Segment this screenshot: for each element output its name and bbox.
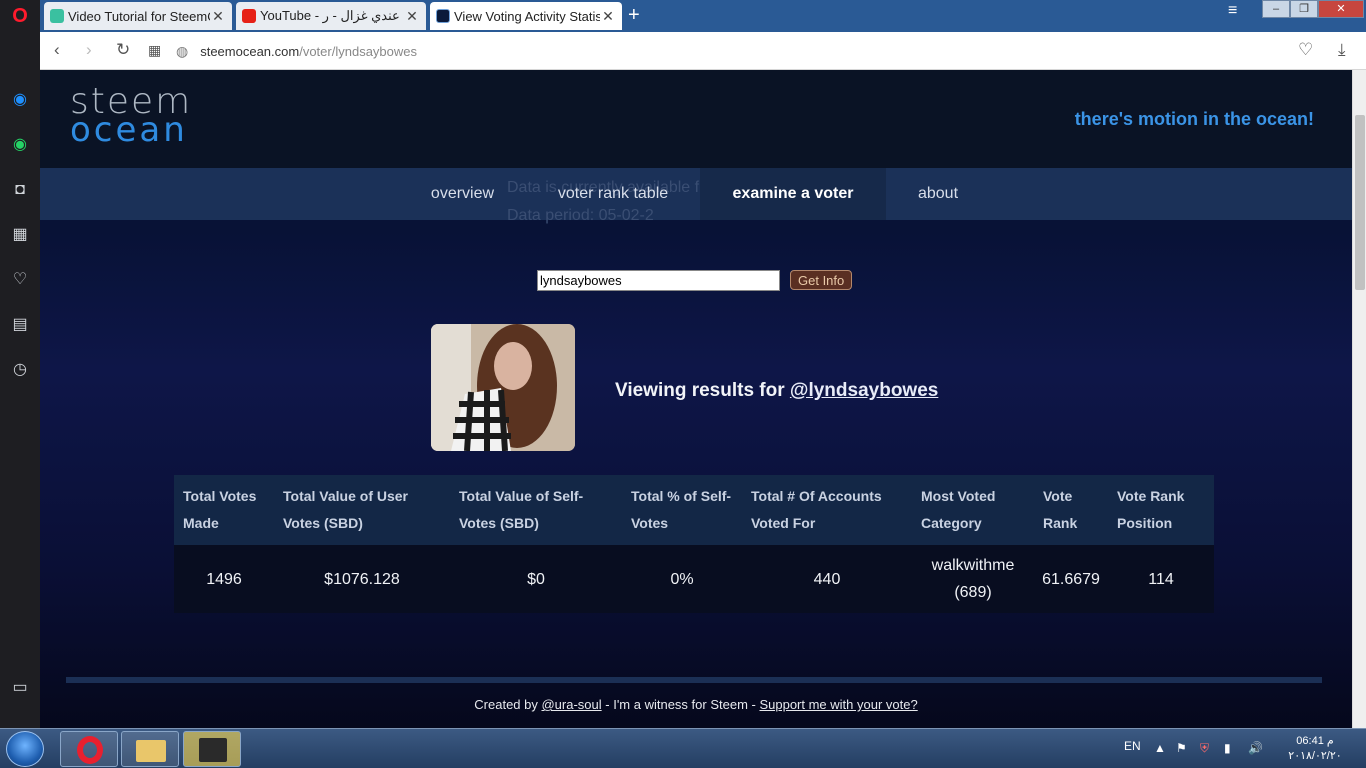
start-button[interactable] [6,731,44,767]
taskbar-opera[interactable] [60,731,118,767]
camera-icon[interactable]: ◘ [10,180,30,200]
author-link[interactable]: @ura-soul [541,697,601,712]
cell-total-votes: 1496 [174,545,274,613]
opera-sidebar: O ◉ ◉ ◘ ▦ ♡ ▤ ◷ ▭ [0,0,40,728]
cell-accounts-voted: 440 [742,545,912,613]
language-indicator[interactable]: EN [1124,739,1141,753]
folder-icon [136,740,166,762]
cell-self-votes-percent: 0% [622,545,742,613]
clock[interactable]: 06:41 م ٢٠١٨/٠٢/٢٠ [1280,734,1350,764]
cell-vote-rank-position: 114 [1108,545,1214,613]
video-app-icon [199,738,227,762]
col-total-value-self-votes: Total Value of Self-Votes (SBD) [450,475,622,545]
steemit-favicon-icon [50,9,64,23]
close-tab-icon[interactable]: ✕ [210,8,226,25]
tray-expand-icon[interactable]: ▲ [1154,741,1166,755]
tab-voting-activity[interactable]: View Voting Activity Statis ✕ [430,2,622,30]
col-total-value-user-votes: Total Value of User Votes (SBD) [274,475,450,545]
speed-dial-icon[interactable]: ▦ [10,225,30,245]
messenger-icon[interactable]: ◉ [10,90,30,110]
cell-vote-rank: 61.6679 [1034,545,1108,613]
close-tab-icon[interactable]: ✕ [600,8,616,25]
address-bar: ‹ › ↻ ▦ ◍ steemocean.com/voter/lyndsaybo… [40,32,1366,70]
window-close-icon[interactable]: ✕ [1318,0,1364,18]
viewing-results-heading: Viewing results for @lyndsaybowes [615,380,939,401]
voter-search-input[interactable] [537,269,780,291]
voter-stats-table: Total Votes Made Total Value of User Vot… [174,475,1214,613]
nav-about[interactable]: about [898,168,978,220]
history-icon[interactable]: ◷ [10,360,30,380]
download-icon[interactable]: ⤓ [1338,40,1346,60]
globe-icon: ◍ [176,42,189,59]
main-nav: Data is currently available f Data perio… [40,168,1352,224]
url-field[interactable]: ◍ steemocean.com/voter/lyndsaybowes [176,38,1326,64]
tagline: there's motion in the ocean! [1074,109,1314,129]
cell-self-votes-value: $0 [450,545,622,613]
tab-video-tutorial[interactable]: Video Tutorial for SteemO ✕ [44,2,232,30]
reload-icon[interactable]: ↻ [116,40,130,60]
action-center-flag-icon[interactable]: ⚑ [1176,741,1187,755]
minimize-icon[interactable]: – [1262,0,1290,18]
network-icon[interactable]: ▮ [1224,741,1231,755]
windows-taskbar: EN ▲ ⚑ ⛨ ▮ 🔊 06:41 م ٢٠١٨/٠٢/٢٠ [0,728,1366,768]
page-scrollbar[interactable] [1352,70,1366,728]
opera-icon [77,736,103,764]
nav-examine-a-voter[interactable]: examine a voter [700,168,886,220]
steemocean-favicon-icon [436,9,450,23]
avatar [431,324,575,451]
col-total-percent-self-votes: Total % of Self-Votes [622,475,742,545]
bookmark-heart-icon[interactable]: ♡ [1298,40,1313,60]
opera-logo-icon[interactable]: O [10,6,30,26]
maximize-icon[interactable]: ❐ [1290,0,1318,18]
col-vote-rank: Vote Rank [1034,475,1108,545]
taskbar-explorer[interactable] [121,731,179,767]
logo-ocean[interactable]: ocean [70,113,188,147]
voter-search: Get Info [537,269,853,291]
tab-youtube[interactable]: YouTube - كان عندي غزال - ر ✕ [236,2,426,30]
new-tab-icon[interactable]: + [628,5,640,25]
col-accounts-voted-for: Total # Of Accounts Voted For [742,475,912,545]
youtube-favicon-icon [242,9,256,23]
site-header: steem ocean there's motion in the ocean! [40,70,1352,168]
volume-icon[interactable]: 🔊 [1248,741,1263,755]
stats-header-row: Total Votes Made Total Value of User Vot… [174,475,1214,545]
taskbar-video-app[interactable] [183,731,241,767]
close-tab-icon[interactable]: ✕ [404,8,420,25]
table-row: 1496 $1076.128 $0 0% 440 walkwithme (689… [174,545,1214,613]
cell-user-votes-value: $1076.128 [274,545,450,613]
col-total-votes-made: Total Votes Made [174,475,274,545]
forward-icon[interactable]: › [86,40,92,60]
col-most-voted-category: Most Voted Category [912,475,1034,545]
tabs-grid-icon[interactable]: ▦ [148,42,161,59]
nav-overview[interactable]: overview [415,168,510,220]
col-vote-rank-position: Vote Rank Position [1108,475,1214,545]
sidebar-toggle-icon[interactable]: ▭ [10,678,30,698]
footer-divider [66,677,1322,683]
cell-most-voted-category: walkwithme (689) [912,545,1034,613]
security-icon[interactable]: ⛨ [1200,741,1209,756]
scrollbar-thumb[interactable] [1355,115,1365,290]
whatsapp-icon[interactable]: ◉ [10,135,30,155]
heart-icon[interactable]: ♡ [10,270,30,290]
page-content: steem ocean there's motion in the ocean!… [40,70,1352,728]
browser-tab-bar: Video Tutorial for SteemO ✕ YouTube - كا… [0,0,1366,32]
back-icon[interactable]: ‹ [54,40,60,60]
username-link[interactable]: @lyndsaybowes [790,380,938,401]
support-vote-link[interactable]: Support me with your vote? [759,697,917,712]
tab-menu-icon[interactable]: ≡ [1228,2,1237,20]
nav-voter-rank-table[interactable]: voter rank table [540,168,686,220]
news-icon[interactable]: ▤ [10,315,30,335]
site-footer: Created by @ura-soul - I'm a witness for… [474,697,918,712]
get-info-button[interactable]: Get Info [790,270,853,290]
